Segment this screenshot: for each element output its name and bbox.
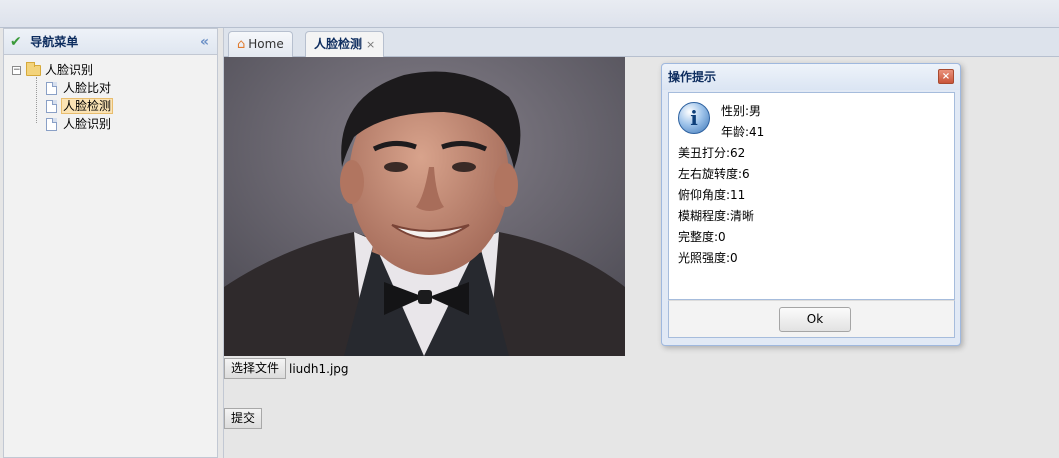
dialog-body: i 性别:男 年龄:41 美丑打分:62 左右旋转度:6 俯仰角度:11 模糊程… (668, 92, 955, 300)
result-dialog: 操作提示 × i 性别:男 年龄:41 美丑打分:62 左右旋转度:6 俯仰角度… (661, 63, 961, 346)
result-blur: 模糊程度:清晰 (678, 209, 755, 223)
tree-item-face-compare[interactable]: 人脸比对 (4, 79, 217, 97)
document-icon (46, 118, 57, 131)
tab-close-icon[interactable]: × (366, 38, 375, 51)
tab-bar: ⌂ Home 人脸检测 × (224, 28, 1059, 58)
result-beauty: 美丑打分:62 (678, 146, 746, 160)
top-banner (0, 0, 1059, 28)
result-yaw: 左右旋转度:6 (678, 167, 750, 181)
tree-item-label[interactable]: 人脸识别 (61, 117, 113, 131)
sidebar: ✔ 导航菜单 « − 人脸识别 人脸比对 人脸检测 人脸识别 (3, 28, 218, 458)
sidebar-title: 导航菜单 (30, 35, 79, 49)
submit-row: 提交 (224, 408, 263, 429)
file-row: 选择文件 liudh1.jpg (224, 358, 349, 379)
close-icon[interactable]: × (938, 69, 954, 84)
tree-root-label[interactable]: 人脸识别 (43, 63, 95, 77)
check-icon: ✔ (10, 34, 22, 50)
dialog-title: 操作提示 (668, 70, 717, 84)
tab-home-label[interactable]: Home (248, 37, 283, 51)
tree-item-face-identify[interactable]: 人脸识别 (4, 115, 217, 133)
ok-button[interactable]: Ok (779, 307, 851, 332)
tree-item-face-detect[interactable]: 人脸检测 (4, 97, 217, 115)
nav-tree: − 人脸识别 人脸比对 人脸检测 人脸识别 (4, 55, 217, 133)
home-icon: ⌂ (237, 37, 246, 52)
result-age: 年龄:41 (721, 125, 765, 139)
collapse-toggle-icon[interactable]: − (12, 66, 21, 75)
face-photo (224, 57, 625, 356)
file-name: liudh1.jpg (289, 361, 349, 376)
result-pitch: 俯仰角度:11 (678, 188, 746, 202)
result-illumination: 光照强度:0 (678, 251, 738, 265)
tree-item-label[interactable]: 人脸比对 (61, 81, 113, 95)
folder-icon (26, 62, 41, 76)
tree-node-face-recognition[interactable]: − 人脸识别 (4, 61, 217, 79)
tab-face-detect[interactable]: 人脸检测 × (305, 31, 385, 58)
dialog-footer: Ok (668, 300, 955, 338)
result-gender: 性别:男 (721, 104, 762, 118)
tab-face-detect-label[interactable]: 人脸检测 (314, 37, 362, 51)
choose-file-button[interactable]: 选择文件 (224, 358, 287, 379)
document-icon (46, 100, 57, 113)
double-chevron-left-icon[interactable]: « (200, 29, 209, 55)
result-completeness: 完整度:0 (678, 230, 726, 244)
info-icon: i (678, 102, 710, 134)
tab-home[interactable]: ⌂ Home (228, 31, 293, 57)
dialog-titlebar: 操作提示 × (662, 64, 960, 90)
portrait-image (224, 57, 625, 356)
submit-button[interactable]: 提交 (224, 408, 263, 429)
sidebar-header: ✔ 导航菜单 « (4, 29, 217, 55)
tree-item-label[interactable]: 人脸检测 (61, 98, 114, 114)
document-icon (46, 82, 57, 95)
